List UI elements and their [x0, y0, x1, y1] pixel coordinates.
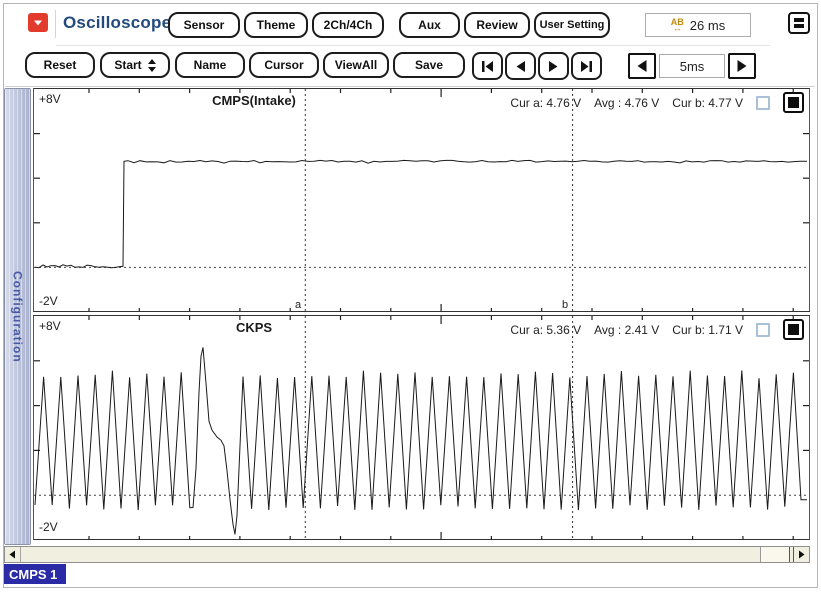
skip-to-start-button[interactable]: [472, 52, 503, 80]
ch1-cursor-b-value: Cur b: 4.77 V: [672, 95, 743, 110]
user-setting-button[interactable]: User Setting: [534, 12, 610, 38]
timebase-increase-button[interactable]: [728, 53, 756, 79]
channel-1-waveform: [34, 89, 809, 312]
save-button[interactable]: Save: [393, 52, 465, 78]
ch1-checkbox[interactable]: [756, 95, 770, 110]
theme-button[interactable]: Theme: [244, 12, 308, 38]
timebase-decrease-button[interactable]: [628, 53, 656, 79]
scroll-right-icon: [799, 550, 805, 559]
configuration-tab-label: Configuration: [10, 270, 25, 363]
ch2-bottom-voltage-label: -2V: [39, 520, 58, 534]
skip-to-end-button[interactable]: [571, 52, 602, 80]
ch2-top-voltage-label: +8V: [39, 319, 61, 333]
menu-icon[interactable]: [788, 12, 810, 34]
title-divider: [55, 10, 56, 38]
ch1-avg-value: Avg : 4.76 V: [594, 95, 660, 110]
horizontal-scrollbar[interactable]: [4, 546, 810, 563]
start-stop-button[interactable]: Start: [100, 52, 170, 78]
cursor-a-label: a: [295, 299, 302, 311]
app-close-menu-button[interactable]: [28, 13, 48, 32]
ch1-bottom-voltage-label: -2V: [39, 294, 58, 308]
arrow-right-icon: [737, 60, 747, 72]
skip-start-icon: [482, 60, 493, 72]
channel-1-plot[interactable]: +8V CMPS(Intake) Cur a: 4.76 V Avg : 4.7…: [33, 88, 810, 312]
step-forward-button[interactable]: [538, 52, 569, 80]
ch2-title: CKPS: [235, 320, 273, 335]
ch1-display-toggle-button[interactable]: [783, 92, 804, 113]
channel-2-waveform: [34, 316, 809, 540]
configuration-tab[interactable]: Configuration: [4, 88, 31, 545]
scroll-right-button[interactable]: [793, 547, 809, 562]
step-back-button[interactable]: [505, 52, 536, 80]
ch2-checkbox[interactable]: [756, 322, 770, 337]
ab-time-value: 26 ms: [689, 17, 726, 33]
channel-count-button[interactable]: 2Ch/4Ch: [312, 12, 384, 38]
page-title: Oscilloscope: [63, 13, 172, 32]
play-forward-icon: [549, 60, 558, 72]
channel-2-plot[interactable]: +8V CKPS Cur a: 5.36 V Avg : 2.41 V Cur …: [33, 316, 810, 540]
spinner-updown-icon: [147, 58, 156, 72]
selected-channel-tab[interactable]: CMPS 1: [4, 564, 67, 584]
scrollbar-thumb[interactable]: [760, 547, 790, 562]
name-button[interactable]: Name: [175, 52, 245, 78]
arrow-left-icon: [637, 60, 647, 72]
skip-end-icon: [581, 60, 592, 72]
ch2-cursor-a-value: Cur a: 5.36 V: [510, 322, 582, 337]
reset-button[interactable]: Reset: [25, 52, 95, 78]
ch1-cursor-a-value: Cur a: 4.76 V: [510, 95, 582, 110]
ab-cursor-icon: AB ↔: [670, 16, 684, 33]
toolbar-divider: [5, 86, 815, 87]
start-label: Start: [114, 58, 142, 72]
sensor-button[interactable]: Sensor: [168, 12, 240, 38]
cursor-button[interactable]: Cursor: [249, 52, 319, 78]
play-back-icon: [516, 60, 525, 72]
ch1-top-voltage-label: +8V: [39, 92, 61, 106]
ch2-avg-value: Avg : 2.41 V: [594, 322, 660, 337]
ch1-title: CMPS(Intake): [212, 93, 296, 108]
scroll-left-button[interactable]: [5, 547, 21, 562]
ab-time-readout: AB ↔ 26 ms: [645, 13, 751, 37]
ch2-cursor-b-value: Cur b: 1.71 V: [672, 322, 743, 337]
ch2-display-toggle-button[interactable]: [783, 319, 804, 340]
topbar-underline: [56, 45, 770, 46]
review-button[interactable]: Review: [464, 12, 530, 38]
view-all-button[interactable]: ViewAll: [323, 52, 389, 78]
cursor-b-label: b: [562, 299, 569, 311]
selected-channel-label: CMPS 1: [9, 566, 58, 582]
scroll-left-icon: [9, 550, 15, 559]
aux-button[interactable]: Aux: [399, 12, 460, 38]
chevron-down-icon: [34, 20, 42, 25]
timebase-value-box[interactable]: 5ms: [659, 54, 725, 78]
